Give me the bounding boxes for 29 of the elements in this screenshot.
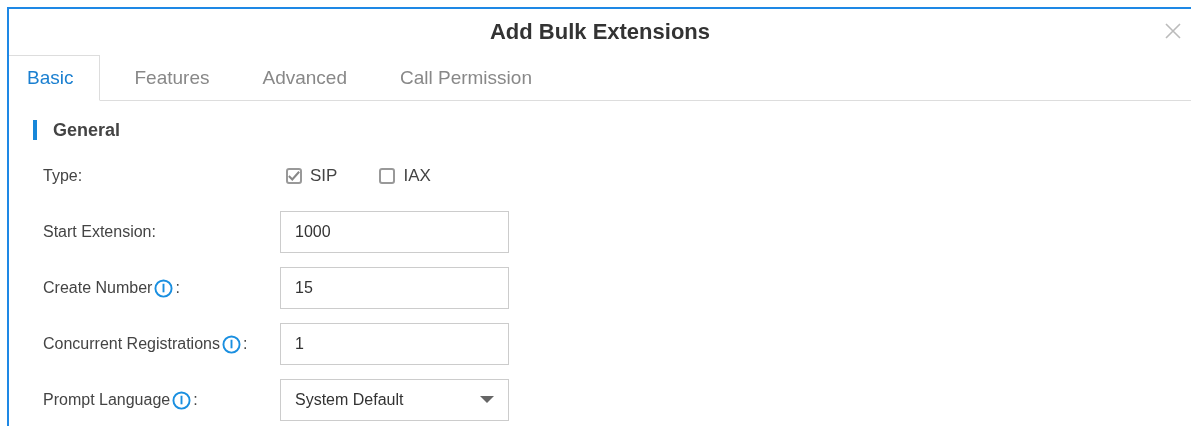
tab[interactable]: Features xyxy=(108,55,237,101)
dropdown[interactable]: System Default xyxy=(280,379,509,421)
tab[interactable]: Basic xyxy=(9,55,101,101)
checkbox-option[interactable]: IAX xyxy=(379,166,431,186)
text-field[interactable]: 15 xyxy=(280,267,509,309)
field-label: Prompt Language xyxy=(43,391,171,409)
text-field[interactable]: 1 xyxy=(280,323,509,365)
info-icon[interactable] xyxy=(221,334,241,354)
colon: : xyxy=(175,279,180,297)
checkbox[interactable] xyxy=(379,168,396,184)
text-field[interactable]: 1000 xyxy=(280,211,509,253)
colon: : xyxy=(151,223,156,241)
info-icon[interactable] xyxy=(172,390,192,410)
close-icon[interactable] xyxy=(1163,21,1183,41)
tab[interactable]: Advanced xyxy=(236,55,374,101)
tab[interactable]: Call Permission xyxy=(373,55,559,101)
field-label: Concurrent Registrations xyxy=(43,335,220,353)
dialog-title: Add Bulk Extensions xyxy=(489,19,710,45)
info-icon[interactable] xyxy=(154,278,174,298)
colon: : xyxy=(77,167,83,185)
field-label: Type xyxy=(43,167,78,185)
colon: : xyxy=(242,335,248,353)
field-label: Start Extension xyxy=(43,223,152,241)
colon: : xyxy=(193,391,198,409)
section-title: General xyxy=(53,119,121,141)
checkbox-option[interactable]: SIP xyxy=(286,166,338,186)
field-label: Create Number xyxy=(43,279,153,297)
caret-icon xyxy=(480,396,494,404)
checkbox[interactable] xyxy=(286,168,302,184)
